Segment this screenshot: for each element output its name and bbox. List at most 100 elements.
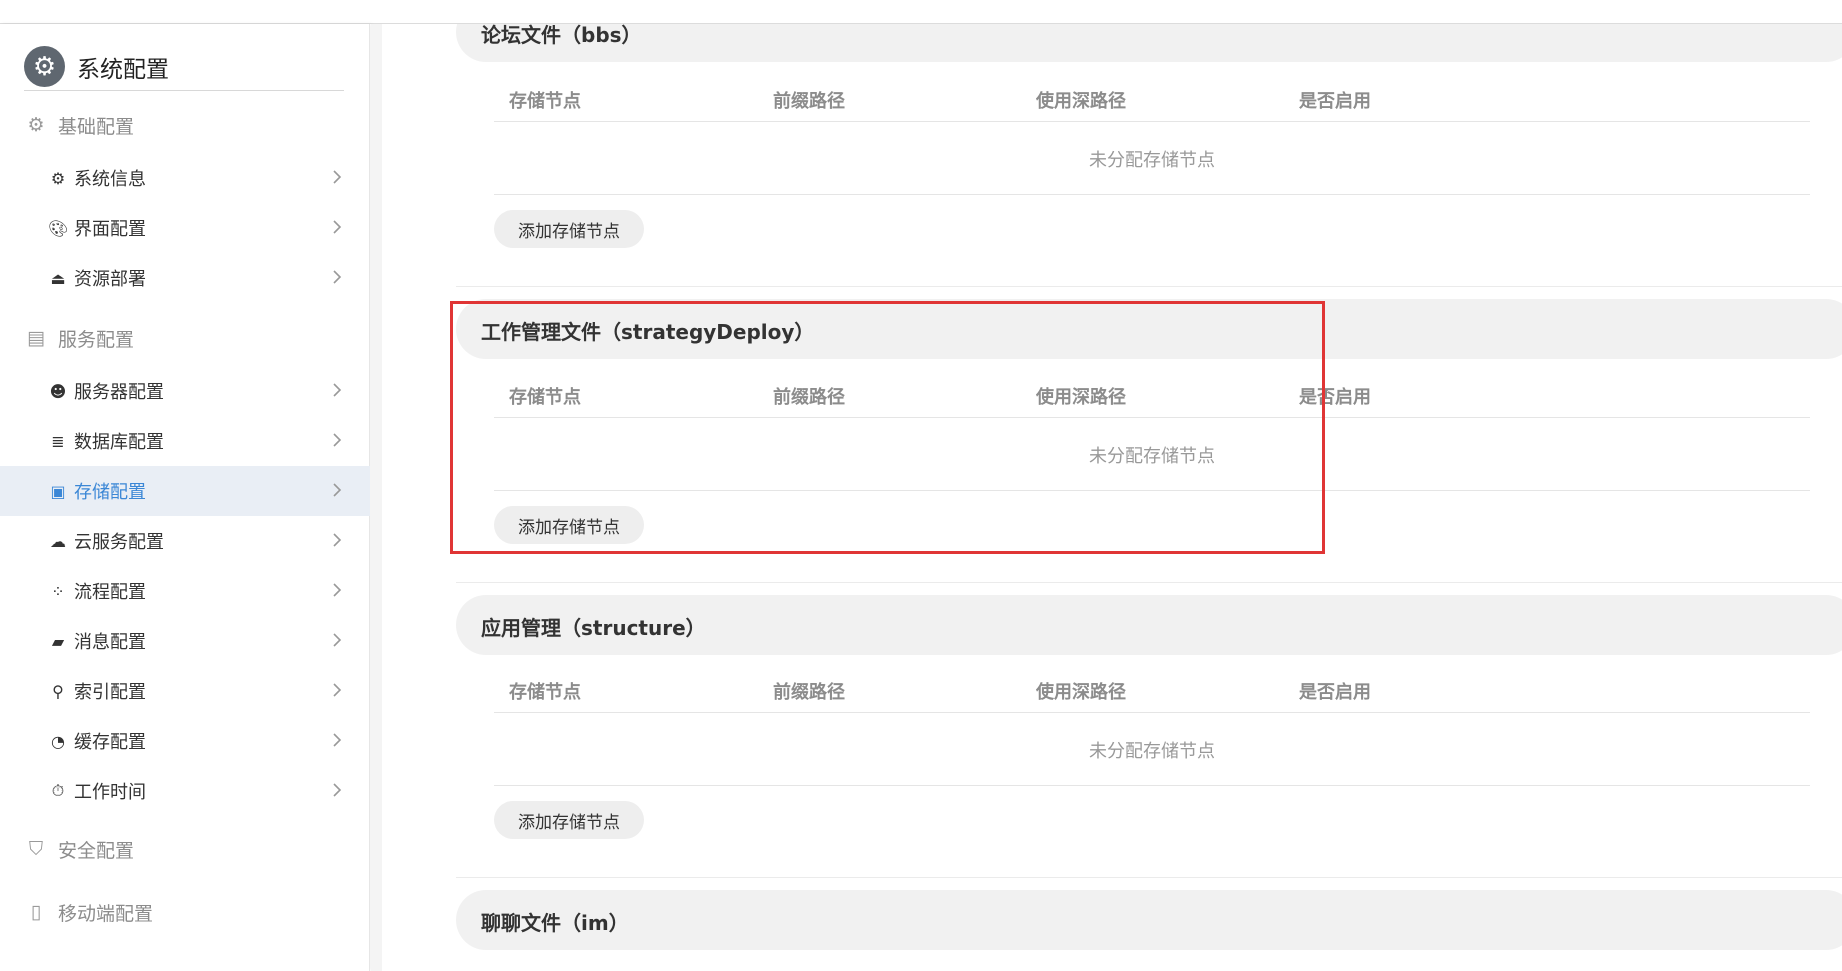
palette-icon: 🎨︎ bbox=[48, 218, 69, 238]
empty-text: 未分配存储节点 bbox=[1089, 741, 1215, 762]
flow-icon: ⁘ bbox=[51, 581, 65, 601]
chevron-right-icon bbox=[333, 733, 342, 747]
search-icon: ⚲ bbox=[52, 681, 64, 701]
database-icon: ≣ bbox=[51, 431, 65, 451]
col-storage-node: 存储节点 bbox=[509, 387, 581, 408]
group-label: 安全配置 bbox=[58, 839, 135, 862]
section-divider bbox=[456, 582, 1842, 583]
section-title: 工作管理文件（strategyDeploy） bbox=[481, 320, 815, 344]
sidebar-item-label: 缓存配置 bbox=[74, 732, 146, 753]
gear-icon: ⚙ bbox=[50, 168, 66, 188]
server-user-icon: ☻ bbox=[49, 381, 67, 401]
chevron-right-icon bbox=[333, 783, 342, 797]
sidebar-item-flow-config[interactable]: ⁘ 流程配置 bbox=[0, 566, 370, 616]
chevron-right-icon bbox=[333, 483, 342, 497]
chevron-right-icon bbox=[333, 433, 342, 447]
sidebar-item-label: 数据库配置 bbox=[74, 432, 164, 453]
gear-icon: ⚙ bbox=[27, 114, 45, 136]
col-deep-path: 使用深路径 bbox=[1036, 91, 1126, 112]
table-header: 存储节点 前缀路径 使用深路径 是否启用 bbox=[494, 665, 1810, 713]
server-card-icon: ▤ bbox=[27, 327, 45, 349]
sidebar-item-message-config[interactable]: ▰ 消息配置 bbox=[0, 616, 370, 666]
sidebar-header: ⚙ 系统配置 bbox=[24, 43, 344, 91]
mobile-icon: ▯ bbox=[30, 901, 42, 923]
col-deep-path: 使用深路径 bbox=[1036, 387, 1126, 408]
sidebar: ⚙ 系统配置 ⚙ 基础配置 ⚙ 系统信息 🎨︎ 界面配置 ⏏ 资源部署 ▤ 服务… bbox=[0, 24, 370, 971]
system-config-gear-icon: ⚙ bbox=[24, 46, 65, 87]
message-icon: ▰ bbox=[51, 631, 65, 651]
sidebar-title: 系统配置 bbox=[77, 56, 169, 83]
section-title: 应用管理（structure） bbox=[481, 616, 706, 640]
chevron-right-icon bbox=[333, 683, 342, 697]
empty-row: 未分配存储节点 bbox=[494, 122, 1810, 195]
chevron-right-icon bbox=[333, 220, 342, 234]
add-storage-node-button[interactable]: 添加存储节点 bbox=[494, 506, 644, 544]
pie-icon: ◔ bbox=[51, 731, 65, 751]
group-basic-config[interactable]: ⚙ 基础配置 bbox=[0, 103, 370, 147]
empty-row: 未分配存储节点 bbox=[494, 713, 1810, 786]
sidebar-item-index-config[interactable]: ⚲ 索引配置 bbox=[0, 666, 370, 716]
section-divider bbox=[456, 877, 1842, 878]
section-header-strategy-deploy[interactable]: 工作管理文件（strategyDeploy） bbox=[456, 299, 1842, 359]
timer-icon: ⏱ bbox=[51, 781, 65, 800]
sidebar-item-label: 界面配置 bbox=[74, 219, 146, 240]
table-header: 存储节点 前缀路径 使用深路径 是否启用 bbox=[494, 74, 1810, 122]
add-storage-node-button[interactable]: 添加存储节点 bbox=[494, 210, 644, 248]
col-storage-node: 存储节点 bbox=[509, 682, 581, 703]
shield-icon: ⛉ bbox=[28, 838, 44, 860]
sidebar-item-label: 系统信息 bbox=[74, 169, 146, 190]
sidebar-item-ui-config[interactable]: 🎨︎ 界面配置 bbox=[0, 203, 370, 253]
storage-icon: ▣ bbox=[50, 481, 66, 501]
group-label: 基础配置 bbox=[58, 115, 135, 138]
group-mobile-config[interactable]: ▯ 移动端配置 bbox=[0, 890, 370, 934]
col-deep-path: 使用深路径 bbox=[1036, 682, 1126, 703]
sidebar-item-server-config[interactable]: ☻ 服务器配置 bbox=[0, 366, 370, 416]
main-content: 论坛文件（bbs） 存储节点 前缀路径 使用深路径 是否启用 未分配存储节点 添… bbox=[382, 24, 1842, 971]
cloud-icon: ☁ bbox=[50, 531, 66, 551]
sidebar-item-cache-config[interactable]: ◔ 缓存配置 bbox=[0, 716, 370, 766]
section-divider bbox=[456, 286, 1842, 287]
sidebar-item-label: 索引配置 bbox=[74, 682, 146, 703]
empty-row: 未分配存储节点 bbox=[494, 418, 1810, 491]
chevron-right-icon bbox=[333, 270, 342, 284]
sidebar-item-label: 消息配置 bbox=[74, 632, 146, 653]
group-label: 服务配置 bbox=[58, 328, 135, 351]
section-header-im[interactable]: 聊聊文件（im） bbox=[456, 890, 1842, 950]
col-enabled: 是否启用 bbox=[1299, 682, 1371, 703]
group-label: 移动端配置 bbox=[58, 902, 154, 925]
sidebar-item-label: 资源部署 bbox=[74, 269, 146, 290]
sidebar-item-label: 流程配置 bbox=[74, 582, 146, 603]
add-storage-node-button[interactable]: 添加存储节点 bbox=[494, 801, 644, 839]
deploy-icon: ⏏ bbox=[50, 268, 66, 288]
col-storage-node: 存储节点 bbox=[509, 91, 581, 112]
col-enabled: 是否启用 bbox=[1299, 91, 1371, 112]
sidebar-item-resource-deploy[interactable]: ⏏ 资源部署 bbox=[0, 253, 370, 303]
chevron-right-icon bbox=[333, 533, 342, 547]
empty-text: 未分配存储节点 bbox=[1089, 446, 1215, 467]
content-gutter bbox=[371, 24, 382, 971]
chevron-right-icon bbox=[333, 383, 342, 397]
chevron-right-icon bbox=[333, 633, 342, 647]
chevron-right-icon bbox=[333, 170, 342, 184]
sidebar-item-label: 云服务配置 bbox=[74, 532, 164, 553]
col-enabled: 是否启用 bbox=[1299, 387, 1371, 408]
group-service-config[interactable]: ▤ 服务配置 bbox=[0, 316, 370, 360]
sidebar-item-label: 存储配置 bbox=[74, 482, 146, 503]
section-title: 论坛文件（bbs） bbox=[481, 24, 642, 47]
section-title: 聊聊文件（im） bbox=[481, 911, 629, 935]
sidebar-item-storage-config[interactable]: ▣ 存储配置 bbox=[0, 466, 370, 516]
col-prefix-path: 前缀路径 bbox=[773, 91, 845, 112]
section-header-structure[interactable]: 应用管理（structure） bbox=[456, 595, 1842, 655]
col-prefix-path: 前缀路径 bbox=[773, 682, 845, 703]
empty-text: 未分配存储节点 bbox=[1089, 150, 1215, 171]
top-bar bbox=[0, 0, 1842, 24]
sidebar-item-work-time[interactable]: ⏱ 工作时间 bbox=[0, 766, 370, 816]
table-header: 存储节点 前缀路径 使用深路径 是否启用 bbox=[494, 370, 1810, 418]
sidebar-item-cloud-config[interactable]: ☁ 云服务配置 bbox=[0, 516, 370, 566]
section-header-bbs[interactable]: 论坛文件（bbs） bbox=[456, 24, 1842, 62]
sidebar-item-label: 服务器配置 bbox=[74, 382, 164, 403]
col-prefix-path: 前缀路径 bbox=[773, 387, 845, 408]
group-security-config[interactable]: ⛉ 安全配置 bbox=[0, 827, 370, 871]
sidebar-item-database-config[interactable]: ≣ 数据库配置 bbox=[0, 416, 370, 466]
sidebar-item-system-info[interactable]: ⚙ 系统信息 bbox=[0, 153, 370, 203]
